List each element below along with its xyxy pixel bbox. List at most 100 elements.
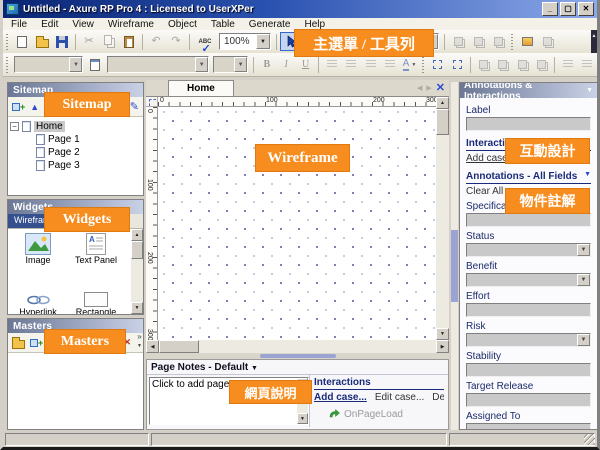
new-button[interactable]	[12, 32, 32, 51]
add-master-button[interactable]: +	[30, 339, 43, 347]
widget-rectangle[interactable]: Rectangle	[70, 287, 122, 314]
menu-view[interactable]: View	[72, 19, 94, 30]
widget-hyperlink[interactable]: Hyperlink	[12, 287, 64, 314]
specification-input[interactable]	[466, 213, 591, 227]
annotations-panel-header[interactable]: Annotations & Interactions ▼	[460, 83, 597, 98]
tree-item-label[interactable]: Home	[34, 121, 65, 132]
align-middle-button[interactable]	[468, 32, 488, 51]
toolbar-grip[interactable]	[510, 34, 515, 50]
widget-text-panel[interactable]: A Text Panel	[70, 233, 122, 265]
add-page-button[interactable]: +	[12, 103, 25, 111]
dropdown-icon[interactable]: ▼	[577, 334, 590, 346]
font-style-select[interactable]: ▼	[107, 56, 209, 73]
effort-input[interactable]	[466, 303, 591, 317]
bold-button[interactable]: B	[257, 55, 276, 74]
menu-file[interactable]: File	[11, 19, 27, 30]
risk-select[interactable]: ▼	[466, 333, 591, 347]
close-button[interactable]: ✕	[578, 2, 594, 16]
scrollbar-thumb[interactable]	[131, 241, 143, 259]
canvas-horizontal-scrollbar[interactable]: ◀ ▶	[146, 340, 449, 353]
scroll-down-button[interactable]: ▼	[131, 302, 143, 314]
menu-wireframe[interactable]: Wireframe	[108, 19, 154, 30]
send-backward-button[interactable]	[532, 55, 551, 74]
tree-item-page1[interactable]: Page 1	[10, 133, 141, 146]
dropdown-icon[interactable]: ▼	[577, 274, 590, 286]
status-select[interactable]: ▼	[466, 243, 591, 257]
scroll-right-button[interactable]: ▶	[436, 340, 449, 353]
redo-button[interactable]: ↷	[166, 32, 186, 51]
minimize-button[interactable]: _	[542, 2, 558, 16]
scroll-down-button[interactable]: ▼	[297, 413, 308, 424]
toolbar-grip[interactable]	[421, 57, 426, 73]
copy-button[interactable]	[99, 32, 119, 51]
distribute-h-button[interactable]	[558, 55, 577, 74]
underline-button[interactable]: U	[296, 55, 315, 74]
table-button[interactable]	[517, 32, 537, 51]
scroll-up-button[interactable]: ▲	[131, 229, 143, 241]
align-right-button[interactable]	[361, 55, 380, 74]
save-button[interactable]	[52, 32, 72, 51]
edit-case-link[interactable]: Edit case...	[375, 392, 424, 403]
scrollbar-thumb[interactable]	[451, 230, 458, 302]
open-button[interactable]	[32, 32, 52, 51]
undo-button[interactable]: ↶	[146, 32, 166, 51]
dropdown-icon[interactable]: ▼	[256, 34, 270, 49]
zoom-select[interactable]: 100% ▼	[219, 33, 271, 50]
assigned-to-input[interactable]	[466, 423, 591, 430]
scroll-down-button[interactable]: ▼	[436, 328, 449, 340]
bring-forward-button[interactable]	[513, 55, 532, 74]
paste-button[interactable]	[119, 32, 139, 51]
widgets-scrollbar[interactable]: ▲ ▼	[131, 229, 143, 314]
ungroup-button[interactable]	[447, 55, 466, 74]
close-tab-button[interactable]: ✕	[436, 81, 445, 94]
canvas-vertical-scrollbar[interactable]: ▲ ▼	[436, 97, 449, 340]
menu-edit[interactable]: Edit	[41, 19, 58, 30]
bring-front-button[interactable]	[474, 55, 493, 74]
scrollbar-thumb[interactable]	[436, 109, 449, 135]
move-up-button[interactable]: ▲	[30, 102, 39, 112]
tree-item-label[interactable]: Page 2	[48, 147, 80, 158]
italic-button[interactable]: I	[276, 55, 295, 74]
splitter-handle[interactable]	[260, 354, 336, 358]
insert-row-button[interactable]	[537, 32, 557, 51]
target-release-input[interactable]	[466, 393, 591, 407]
scroll-up-button[interactable]: ▲	[436, 97, 449, 109]
prev-tab-button[interactable]: ◀	[417, 84, 422, 92]
delete-case-link[interactable]: Delete case...	[432, 392, 444, 403]
font-color-button[interactable]: A▼	[400, 55, 419, 74]
group-button[interactable]	[428, 55, 447, 74]
menu-help[interactable]: Help	[305, 19, 326, 30]
onpageload-row[interactable]: OnPageLoad	[328, 408, 444, 420]
tree-item-label[interactable]: Page 3	[48, 160, 80, 171]
dropdown-icon[interactable]: ▼	[577, 244, 590, 256]
benefit-select[interactable]: ▼	[466, 273, 591, 287]
stability-input[interactable]	[466, 363, 591, 377]
distribute-v-button[interactable]	[578, 55, 597, 74]
bullet-list-button[interactable]	[380, 55, 399, 74]
tab-home[interactable]: Home	[168, 80, 234, 96]
tree-item-label[interactable]: Page 1	[48, 134, 80, 145]
font-size-select[interactable]: ▼	[213, 56, 248, 73]
tree-item-page3[interactable]: Page 3	[10, 159, 141, 172]
align-top-button[interactable]	[448, 32, 468, 51]
style-editor-button[interactable]	[85, 55, 104, 74]
toolbar-grip[interactable]	[5, 34, 10, 50]
dropdown-icon[interactable]: ▼	[584, 171, 591, 182]
page-notes-header[interactable]: Page Notes - Default ▼	[147, 360, 448, 375]
next-tab-button[interactable]: ▶	[426, 84, 431, 92]
cut-button[interactable]: ✂	[79, 32, 99, 51]
spellcheck-button[interactable]: ABC✓	[193, 32, 217, 51]
widget-image[interactable]: Image	[12, 233, 64, 265]
send-back-button[interactable]	[493, 55, 512, 74]
scroll-left-button[interactable]: ◀	[146, 340, 159, 353]
toolbar-grip[interactable]	[5, 57, 10, 73]
menu-generate[interactable]: Generate	[249, 19, 291, 30]
expander-icon[interactable]: −	[10, 122, 19, 131]
label-input[interactable]	[466, 117, 591, 131]
annotations-scrollbar[interactable]	[451, 82, 458, 430]
maximize-button[interactable]: ▢	[560, 2, 576, 16]
align-center-button[interactable]	[342, 55, 361, 74]
masters-list[interactable]	[8, 353, 143, 429]
resize-grip[interactable]	[584, 434, 595, 445]
add-case-link[interactable]: Add case...	[314, 392, 367, 403]
